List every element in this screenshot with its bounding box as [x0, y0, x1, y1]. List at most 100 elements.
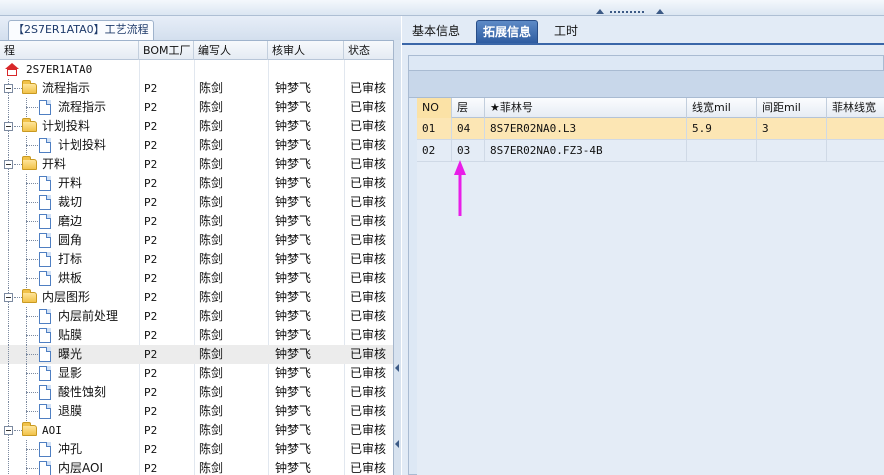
film-no-cell[interactable]: 02	[417, 140, 452, 162]
tree-node[interactable]: 开料	[0, 155, 139, 174]
tree-node[interactable]: 计划投料	[0, 136, 139, 155]
tree-row[interactable]: 裁切 P2 陈剑 钟梦飞 已审核	[0, 193, 393, 212]
tree-row[interactable]: 开料 P2 陈剑 钟梦飞 已审核	[0, 174, 393, 193]
panel-splitter[interactable]	[393, 40, 401, 475]
reviewer-cell: 钟梦飞	[275, 176, 312, 190]
tree-node[interactable]: 裁切	[0, 193, 139, 212]
tree-connector	[14, 88, 22, 89]
film-spacing-cell[interactable]	[757, 140, 827, 162]
film-no-cell[interactable]: 01	[417, 118, 452, 140]
collapse-toggle-icon[interactable]	[4, 160, 13, 169]
tree-node[interactable]: 烘板	[0, 269, 139, 288]
column-header-reviewer[interactable]: 核审人	[268, 41, 344, 60]
tree-row[interactable]: 烘板 P2 陈剑 钟梦飞 已审核	[0, 269, 393, 288]
document-icon	[39, 442, 51, 457]
tree-row[interactable]: 贴膜 P2 陈剑 钟梦飞 已审核	[0, 326, 393, 345]
tree-row[interactable]: 内层前处理 P2 陈剑 钟梦飞 已审核	[0, 307, 393, 326]
tab-basic-info[interactable]: 基本信息	[406, 20, 466, 44]
tree-row[interactable]: 酸性蚀刻 P2 陈剑 钟梦飞 已审核	[0, 383, 393, 402]
film-spacing-cell[interactable]: 3	[757, 118, 827, 140]
tree-row[interactable]: 开料 P2 陈剑 钟梦飞 已审核	[0, 155, 393, 174]
film-number-cell[interactable]: 8S7ER02NA0.FZ3-4B	[485, 140, 687, 162]
tree-node[interactable]: 酸性蚀刻	[0, 383, 139, 402]
document-icon	[39, 347, 51, 362]
film-table-row[interactable]: 02 03 8S7ER02NA0.FZ3-4B	[417, 140, 884, 162]
tree-row[interactable]: 显影 P2 陈剑 钟梦飞 已审核	[0, 364, 393, 383]
tree-node[interactable]: 打标	[0, 250, 139, 269]
bom-factory-cell	[139, 60, 194, 79]
column-header-process[interactable]: 程	[0, 41, 139, 60]
tree-row[interactable]: 流程指示 P2 陈剑 钟梦飞 已审核	[0, 98, 393, 117]
collapse-up-icon	[596, 9, 604, 14]
tree-row[interactable]: 冲孔 P2 陈剑 钟梦飞 已审核	[0, 440, 393, 459]
column-header-bom-factory[interactable]: BOM工厂	[139, 41, 194, 60]
author-cell: 陈剑	[199, 176, 224, 190]
film-line-width-cell[interactable]: 5.9	[687, 118, 757, 140]
status-cell: 已审核	[350, 442, 387, 456]
collapse-toggle-icon[interactable]	[4, 122, 13, 131]
reviewer-cell: 钟梦飞	[275, 461, 312, 475]
document-icon	[39, 271, 51, 286]
tree-row[interactable]: 磨边 P2 陈剑 钟梦飞 已审核	[0, 212, 393, 231]
tree-node[interactable]: 曝光	[0, 345, 139, 364]
tree-row[interactable]: 退膜 P2 陈剑 钟梦飞 已审核	[0, 402, 393, 421]
process-flow-tab[interactable]: 【2S7ER1ATA0】工艺流程	[8, 20, 154, 40]
collapse-handle[interactable]	[596, 9, 666, 15]
tree-node[interactable]: 内层前处理	[0, 307, 139, 326]
tree-row[interactable]: AOI P2 陈剑 钟梦飞 已审核	[0, 421, 393, 440]
tree-node[interactable]: 冲孔	[0, 440, 139, 459]
tree-row[interactable]: 计划投料 P2 陈剑 钟梦飞 已审核	[0, 136, 393, 155]
tree-node[interactable]: 流程指示	[0, 98, 139, 117]
reviewer-cell: 钟梦飞	[275, 309, 312, 323]
film-line-width-cell[interactable]	[687, 140, 757, 162]
tree-node[interactable]: 内层AOI	[0, 459, 139, 475]
tree-node[interactable]: 磨边	[0, 212, 139, 231]
tree-node[interactable]: 圆角	[0, 231, 139, 250]
status-cell: 已审核	[350, 195, 387, 209]
tree-node[interactable]: 贴膜	[0, 326, 139, 345]
author-cell: 陈剑	[199, 119, 224, 133]
collapse-toggle-icon[interactable]	[4, 84, 13, 93]
tree-row[interactable]: 打标 P2 陈剑 钟梦飞 已审核	[0, 250, 393, 269]
collapse-toggle-icon[interactable]	[4, 426, 13, 435]
tree-row[interactable]: 曝光 P2 陈剑 钟梦飞 已审核	[0, 345, 393, 364]
tree-node[interactable]: 流程指示	[0, 79, 139, 98]
tree-node[interactable]: AOI	[0, 421, 139, 440]
column-header-film-no[interactable]: ★菲林号	[485, 98, 687, 118]
tree-row[interactable]: 内层AOI P2 陈剑 钟梦飞 已审核	[0, 459, 393, 475]
tree-node-label: 打标	[58, 252, 83, 266]
tree-node[interactable]: 2S7ER1ATA0	[0, 60, 139, 79]
film-table-row[interactable]: 01 04 8S7ER02NA0.L3 5.9 3	[417, 118, 884, 140]
document-icon	[39, 138, 51, 153]
tab-work-hours[interactable]: 工时	[548, 20, 584, 44]
column-header-author[interactable]: 编写人	[194, 41, 268, 60]
column-header-status[interactable]: 状态	[344, 41, 393, 60]
column-header-line-width[interactable]: 线宽mil	[687, 98, 757, 118]
film-film-width-cell[interactable]	[827, 118, 884, 140]
tree-node[interactable]: 内层图形	[0, 288, 139, 307]
author-cell: 陈剑	[199, 309, 224, 323]
column-header-no[interactable]: NO	[417, 98, 452, 118]
tree-row[interactable]: 圆角 P2 陈剑 钟梦飞 已审核	[0, 231, 393, 250]
reviewer-cell: 钟梦飞	[275, 195, 312, 209]
tree-row[interactable]: 2S7ER1ATA0	[0, 60, 393, 79]
tree-connector	[8, 402, 9, 421]
tab-extended-info[interactable]: 拓展信息	[476, 20, 539, 44]
tree-row[interactable]: 流程指示 P2 陈剑 钟梦飞 已审核	[0, 79, 393, 98]
tree-row[interactable]: 计划投料 P2 陈剑 钟梦飞 已审核	[0, 117, 393, 136]
column-header-film-line-width[interactable]: 菲林线宽	[827, 98, 884, 118]
film-layer-cell[interactable]: 03	[452, 140, 485, 162]
film-number-cell[interactable]: 8S7ER02NA0.L3	[485, 118, 687, 140]
film-layer-cell[interactable]: 04	[452, 118, 485, 140]
column-header-spacing[interactable]: 间距mil	[757, 98, 827, 118]
tree-node[interactable]: 开料	[0, 174, 139, 193]
tree-node[interactable]: 退膜	[0, 402, 139, 421]
film-film-width-cell[interactable]	[827, 140, 884, 162]
column-header-layer[interactable]: 层	[452, 98, 485, 118]
tree-row[interactable]: 内层图形 P2 陈剑 钟梦飞 已审核	[0, 288, 393, 307]
tree-node[interactable]: 显影	[0, 364, 139, 383]
bom-factory-cell: P2	[144, 253, 158, 266]
reviewer-cell: 钟梦飞	[275, 290, 312, 304]
collapse-toggle-icon[interactable]	[4, 293, 13, 302]
tree-node[interactable]: 计划投料	[0, 117, 139, 136]
